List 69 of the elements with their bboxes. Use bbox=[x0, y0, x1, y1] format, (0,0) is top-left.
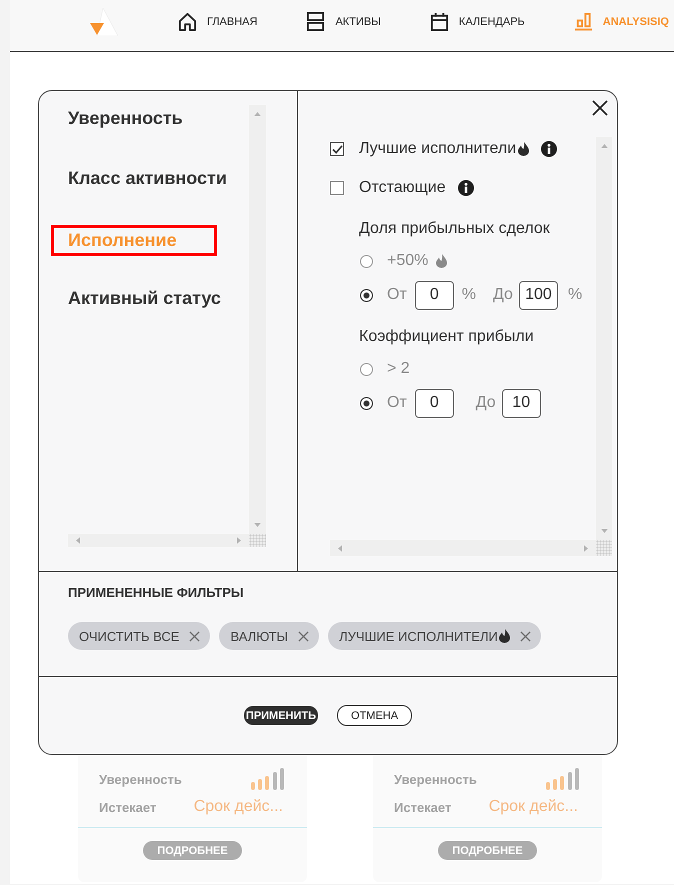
row-label: Уверенность bbox=[99, 772, 182, 786]
arrow-up-icon[interactable] bbox=[254, 112, 261, 116]
filter-chip[interactable]: ЛУЧШИЕ ИСПОЛНИТЕЛИ bbox=[328, 622, 541, 650]
checkmark-icon bbox=[332, 144, 342, 154]
filter-chip[interactable]: ОЧИСТИТЬ ВСЕ bbox=[68, 622, 210, 650]
number-field[interactable]: 0 bbox=[414, 280, 454, 310]
choice-label: > 2 bbox=[387, 360, 410, 378]
calendar-icon bbox=[430, 12, 449, 31]
horizontal-scrollbar[interactable] bbox=[68, 534, 249, 547]
range-label: До bbox=[476, 394, 496, 412]
vertical-scrollbar[interactable] bbox=[596, 137, 612, 540]
row-value: Срок дейс... bbox=[194, 798, 283, 816]
row-label: Истекает bbox=[394, 800, 452, 814]
cancel-button[interactable]: ОТМЕНА bbox=[337, 705, 412, 726]
arrow-right-icon[interactable] bbox=[237, 537, 241, 544]
option-label: Лучшие исполнители bbox=[359, 140, 516, 158]
range-label: До bbox=[493, 286, 513, 304]
checkbox[interactable] bbox=[330, 142, 344, 156]
horizontal-scrollbar[interactable] bbox=[330, 540, 596, 556]
row-label: Уверенность bbox=[394, 772, 477, 786]
info-icon[interactable] bbox=[458, 180, 474, 196]
scrollbar-corner bbox=[596, 540, 612, 556]
arrow-right-icon[interactable] bbox=[584, 544, 588, 552]
arrow-left-icon[interactable] bbox=[76, 537, 80, 544]
signal-bars-icon bbox=[546, 768, 582, 790]
arrow-down-icon[interactable] bbox=[600, 529, 608, 533]
radio-button[interactable] bbox=[360, 254, 373, 268]
range-label: От bbox=[387, 394, 407, 412]
nav-tab[interactable]: ГЛАВНАЯ bbox=[178, 12, 258, 31]
stacked-rectangles-icon bbox=[306, 12, 326, 31]
unit-label: % bbox=[568, 286, 582, 304]
arrow-down-icon[interactable] bbox=[254, 523, 261, 527]
number-field[interactable]: 100 bbox=[518, 280, 558, 310]
category-item[interactable]: Активный статус bbox=[68, 285, 221, 311]
radio-button[interactable] bbox=[360, 396, 373, 410]
close-button[interactable] bbox=[591, 99, 609, 117]
number-field[interactable]: 0 bbox=[414, 388, 454, 418]
category-item[interactable]: Уверенность bbox=[68, 105, 183, 131]
nav-tab[interactable]: АКТИВЫ bbox=[306, 12, 381, 31]
option-label: Отстающие bbox=[359, 179, 446, 197]
row-value: Срок дейс... bbox=[488, 798, 578, 816]
remove-icon[interactable] bbox=[189, 630, 200, 642]
group-title: Доля прибыльных сделок bbox=[359, 219, 551, 239]
nav-tab[interactable]: КАЛЕНДАРЬ bbox=[430, 12, 525, 31]
scrollbar-corner bbox=[249, 534, 266, 547]
arrow-up-icon[interactable] bbox=[600, 144, 608, 148]
home-icon bbox=[178, 12, 197, 31]
close-icon bbox=[592, 100, 608, 116]
choice-label: +50% bbox=[387, 252, 428, 270]
section-title: ПРИМЕНЕННЫЕ ФИЛЬТРЫ bbox=[68, 585, 245, 601]
logo-icon[interactable] bbox=[88, 8, 118, 36]
category-item[interactable]: Класс активности bbox=[68, 165, 227, 191]
radio-button[interactable] bbox=[360, 362, 373, 376]
vertical-scrollbar[interactable] bbox=[249, 105, 266, 534]
info-icon[interactable] bbox=[541, 141, 558, 157]
remove-icon[interactable] bbox=[298, 630, 310, 642]
unit-label: % bbox=[462, 286, 476, 304]
radio-button[interactable] bbox=[360, 288, 373, 302]
number-field[interactable]: 10 bbox=[502, 388, 541, 418]
apply-button[interactable]: ПРИМЕНИТЬ bbox=[244, 706, 318, 725]
row-label: Истекает bbox=[99, 800, 156, 814]
remove-icon[interactable] bbox=[520, 630, 531, 642]
bar-chart-icon bbox=[574, 12, 593, 31]
arrow-left-icon[interactable] bbox=[338, 544, 342, 552]
checkbox[interactable] bbox=[330, 181, 344, 195]
filter-chip[interactable]: ВАЛЮТЫ bbox=[219, 622, 320, 650]
range-label: От bbox=[387, 286, 407, 304]
group-title: Коэффициент прибыли bbox=[359, 327, 535, 347]
signal-bars-icon bbox=[251, 768, 287, 790]
